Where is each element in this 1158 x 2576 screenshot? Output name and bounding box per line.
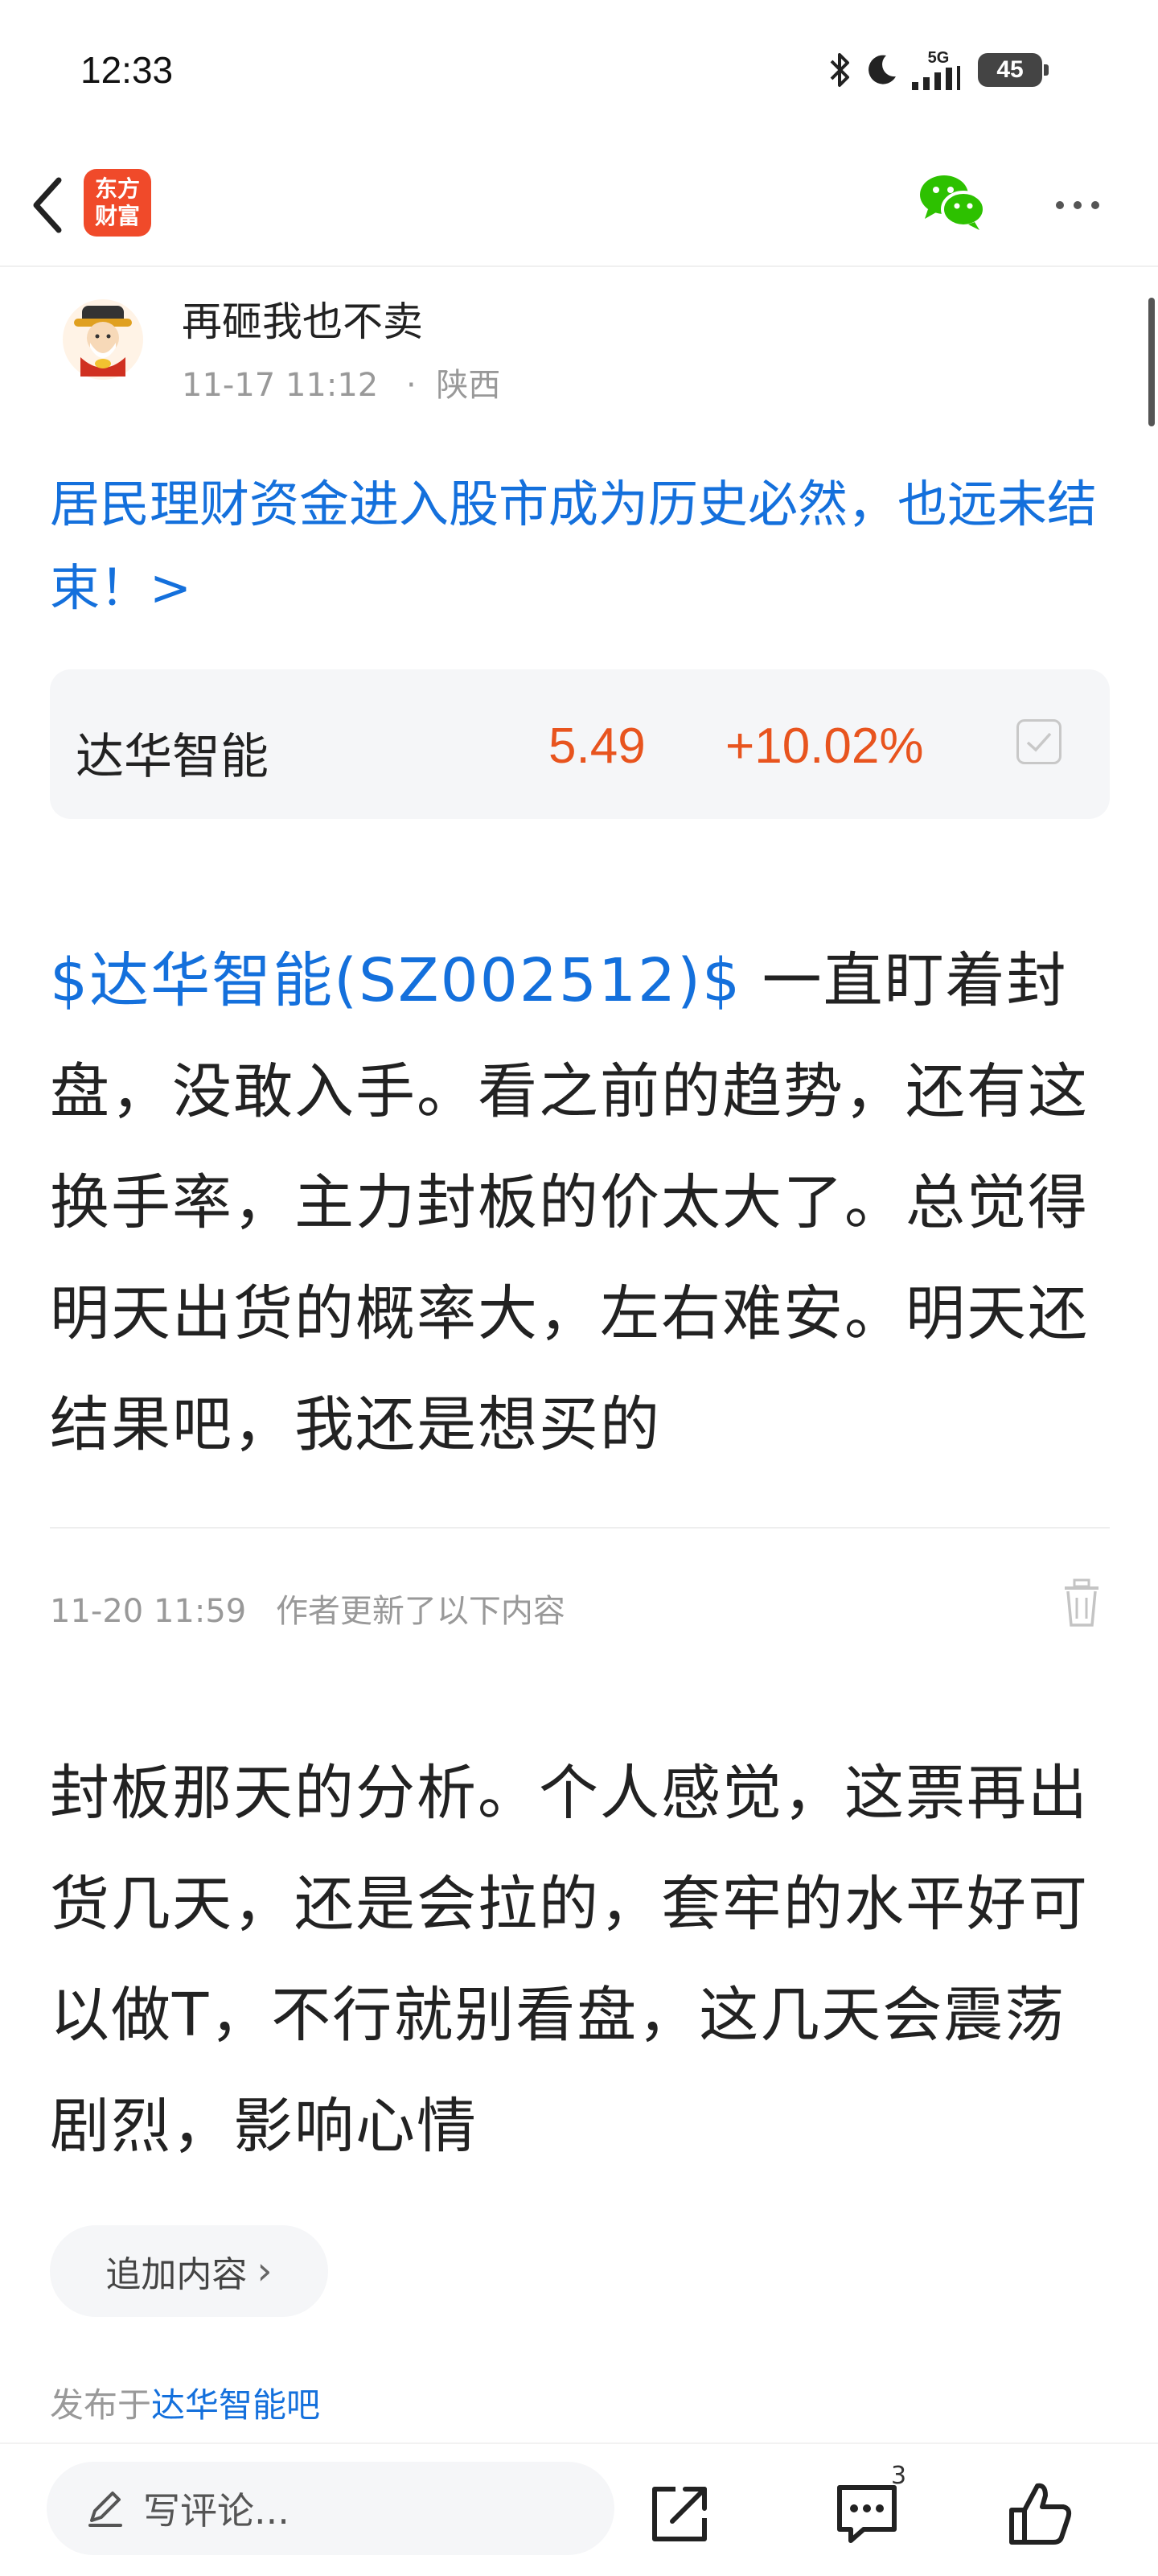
delete-button[interactable] (1062, 1577, 1102, 1628)
post-content: $达华智能(SZ002512)$ 一直盯着封盘，没敢入手。看之前的趋势，还有这换… (50, 925, 1119, 1480)
update-time: 11-20 11:59 (50, 1593, 247, 1630)
pencil-icon (88, 2492, 122, 2527)
wechat-icon (920, 175, 986, 230)
post-title-link[interactable]: 居民理财资金进入股市成为历史必然，也远未结束！> (50, 463, 1111, 630)
chevron-right-icon: › (257, 2249, 273, 2294)
logo-text-bottom: 财富 (94, 203, 140, 229)
like-button[interactable] (1000, 2475, 1081, 2555)
stock-name: 达华智能 (76, 729, 269, 785)
status-time: 12:33 (80, 49, 174, 91)
comment-input[interactable]: 写评论... (47, 2462, 614, 2555)
moon-icon (868, 55, 896, 84)
scrollbar[interactable] (1148, 298, 1155, 426)
stock-quote-card[interactable]: 达华智能 5.49 +10.02% (50, 669, 1110, 819)
more-dot-icon (1056, 201, 1064, 209)
updated-content: 封板那天的分析。个人感觉，这票再出货几天，还是会拉的，套牢的水平好可以做T，不行… (50, 1759, 1089, 2161)
update-notice: 11-20 11:59 作者更新了以下内容 (50, 1585, 565, 1632)
chevron-left-icon (33, 177, 62, 233)
share-button[interactable] (643, 2478, 716, 2550)
author-name[interactable]: 再砸我也不卖 (182, 290, 423, 348)
back-button[interactable] (19, 169, 76, 241)
post-meta: 11-17 11:12 · 陕西 (182, 359, 500, 405)
post-date: 11-17 11:12 (182, 367, 379, 404)
post-location: 陕西 (436, 367, 501, 404)
stock-change: +10.02% (725, 718, 924, 774)
app-logo[interactable]: 东方 财富 (84, 169, 151, 237)
more-options-button[interactable] (1045, 177, 1110, 233)
published-in: 发布于达华智能吧 (50, 2378, 320, 2427)
section-divider (50, 1527, 1110, 1529)
published-prefix: 发布于 (50, 2385, 152, 2425)
network-label: 5G (927, 49, 950, 67)
author-avatar[interactable] (63, 299, 143, 380)
more-dot-icon (1074, 201, 1082, 209)
trash-icon (1065, 1578, 1098, 1627)
watchlist-checkbox[interactable] (1016, 719, 1062, 764)
meta-separator: · (405, 367, 417, 404)
add-content-label: 追加内容 (105, 2254, 248, 2295)
update-label: 作者更新了以下内容 (275, 1593, 565, 1630)
share-icon (652, 2487, 707, 2541)
status-icons: 5G 45 (828, 50, 1049, 90)
stock-tag-link[interactable]: $达华智能(SZ002512)$ (50, 946, 741, 1015)
comment-count: 3 (891, 2462, 907, 2490)
add-content-button[interactable]: 追加内容 › (50, 2225, 328, 2317)
check-icon (1026, 732, 1052, 752)
forum-link[interactable]: 达华智能吧 (151, 2385, 320, 2425)
bluetooth-icon (830, 53, 849, 87)
stock-price: 5.49 (548, 718, 646, 774)
more-dot-icon (1091, 201, 1099, 209)
network-indicator: 5G (910, 50, 967, 90)
battery-indicator: 45 (978, 53, 1049, 87)
comment-placeholder: 写评论... (143, 2489, 290, 2533)
signal-icon (912, 66, 960, 90)
post-body-text: 一直盯着封盘，没敢入手。看之前的趋势，还有这换手率，主力封板的价太大了。总觉得明… (50, 946, 1089, 1459)
logo-text-top: 东方 (94, 175, 140, 202)
fortune-god-avatar-icon (74, 306, 132, 377)
thumbs-up-icon (1009, 2483, 1072, 2545)
wechat-share-button[interactable] (917, 171, 989, 235)
